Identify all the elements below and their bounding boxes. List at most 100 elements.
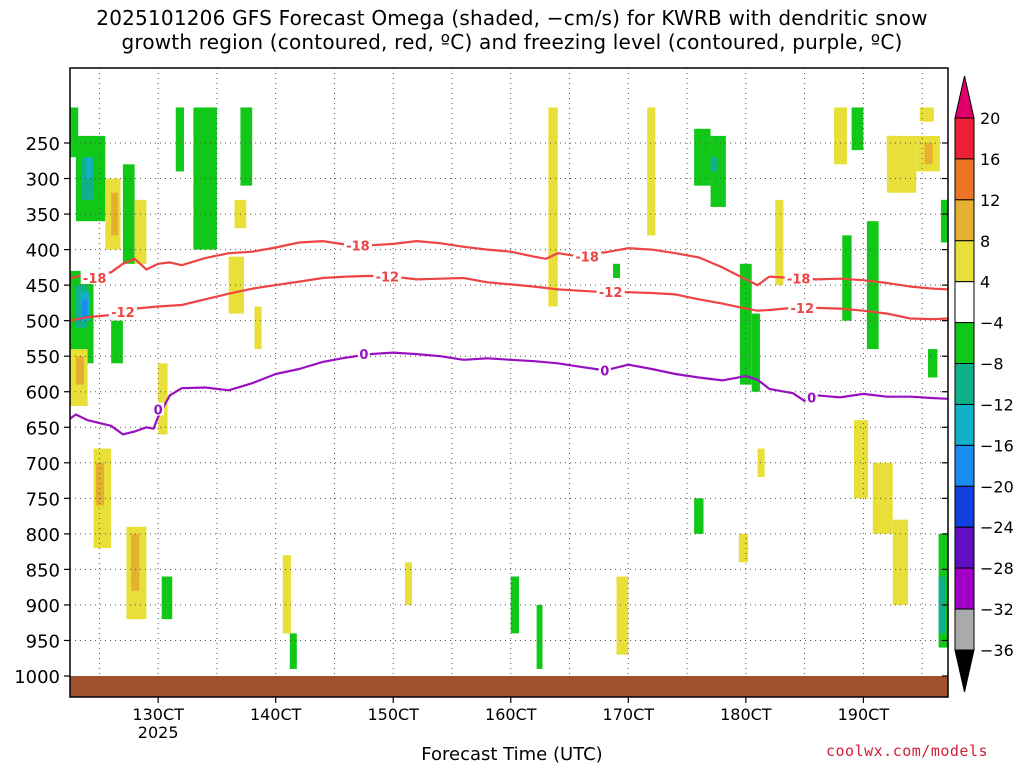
omega-cell — [892, 519, 909, 605]
colorbar-label: 16 — [980, 150, 1000, 169]
colorbar: 20 16 12 8 4 −4 −8 −12 −16 −20 −24 −28 −32 −36 — [954, 75, 1014, 693]
omega-cell — [757, 448, 765, 478]
contours: -18 -18 -18 -18 -12 -12 -12 -12 0 0 0 0 — [69, 238, 949, 436]
omega-cell — [75, 356, 85, 385]
colorbar-swatch — [954, 199, 975, 242]
y-tick-label: 900 — [26, 596, 60, 617]
omega-cell — [282, 555, 291, 634]
colorbar-label: −36 — [980, 641, 1014, 660]
y-tick-label: 800 — [26, 525, 60, 546]
colorbar-swatch — [954, 608, 975, 651]
omega-cell — [510, 576, 519, 634]
colorbar-label: −20 — [980, 477, 1014, 496]
y-tick-label: 700 — [26, 454, 60, 475]
contour-label: -12 — [791, 302, 815, 317]
omega-cell — [289, 633, 297, 669]
omega-cell — [548, 107, 558, 307]
contour-label: -12 — [599, 286, 623, 301]
contour-label: 0 — [600, 364, 609, 379]
omega-cell — [710, 157, 718, 172]
colorbar-label: −8 — [980, 355, 1004, 374]
y-tick-label: 250 — [26, 134, 60, 155]
colorbar-swatch — [954, 117, 975, 160]
omega-cell — [86, 157, 93, 179]
x-tick-label: 140CT — [250, 705, 302, 724]
contour-label: -18 — [83, 272, 107, 287]
x-tick-sublabel: 2025 — [138, 723, 179, 742]
omega-cell — [158, 363, 168, 435]
ground-fill — [70, 676, 948, 697]
y-tick-label: 500 — [26, 312, 60, 333]
omega-cell — [833, 107, 847, 165]
y-tick-label: 950 — [26, 631, 60, 652]
contour-label: -12 — [111, 306, 135, 321]
credit-link[interactable]: coolwx.com/models — [826, 742, 988, 760]
x-tick-label: 130CT — [132, 705, 184, 724]
colorbar-swatch — [954, 363, 975, 405]
x-tick-label: 150CT — [367, 705, 419, 724]
colorbar-swatch — [954, 485, 975, 528]
omega-cell — [175, 107, 185, 172]
colorbar-label: −16 — [980, 436, 1014, 455]
omega-cell — [536, 604, 543, 669]
omega-cell — [404, 562, 413, 605]
colorbar-label: 20 — [980, 109, 1000, 128]
omega-cell — [240, 107, 253, 186]
colorbar-swatch — [954, 567, 975, 610]
omega-cell — [775, 199, 784, 286]
omega-cell — [111, 192, 119, 236]
y-tick-label: 400 — [26, 241, 60, 262]
omega-cell — [940, 199, 948, 243]
colorbar-label: 4 — [980, 273, 990, 292]
omega-cell — [613, 263, 621, 279]
colorbar-swatch — [954, 158, 975, 201]
colorbar-swatch — [954, 281, 975, 324]
contour-line — [69, 274, 949, 322]
colorbar-label: 12 — [980, 191, 1000, 210]
omega-cell — [161, 576, 173, 620]
colorbar-swatch — [954, 322, 975, 365]
omega-cell — [111, 320, 123, 364]
contour-label: 0 — [154, 404, 163, 419]
omega-cell — [647, 107, 656, 236]
colorbar-label: −4 — [980, 314, 1004, 333]
y-tick-label: 450 — [26, 276, 60, 297]
omega-cell — [254, 306, 262, 350]
y-tick-label: 1000 — [14, 667, 60, 688]
colorbar-label: −12 — [980, 395, 1014, 414]
x-tick-label: 190CT — [838, 705, 890, 724]
omega-cell — [81, 299, 88, 318]
contour-label: 0 — [807, 391, 816, 406]
colorbar-label: −32 — [980, 600, 1014, 619]
omega-cell — [131, 533, 140, 591]
contour-label: -12 — [376, 271, 400, 286]
x-axis-ticks: 130CT2025 140CT 150CT 160CT 170CT 180CT 190CT — [132, 697, 889, 742]
colorbar-bottom-arrow — [954, 649, 975, 693]
contour-label: -18 — [575, 251, 599, 266]
colorbar-label: −24 — [980, 518, 1014, 537]
ground-layer — [70, 676, 948, 697]
omega-cell — [919, 107, 934, 122]
y-tick-label: 750 — [26, 489, 60, 510]
y-tick-label: 850 — [26, 560, 60, 581]
x-tick-label: 160CT — [485, 705, 537, 724]
colorbar-swatch — [954, 444, 975, 487]
omega-cell — [924, 143, 933, 165]
y-tick-label: 600 — [26, 383, 60, 404]
x-tick-label: 180CT — [720, 705, 772, 724]
contour-label: 0 — [359, 348, 368, 363]
omega-cell — [886, 135, 917, 193]
omega-time-height-chart: -18 -18 -18 -18 -12 -12 -12 -12 0 0 0 0 250 300 350 40… — [14, 67, 1014, 742]
contour-label: -18 — [346, 239, 370, 254]
omega-cell — [122, 164, 135, 264]
omega-cell — [853, 420, 869, 499]
colorbar-label: −28 — [980, 559, 1014, 578]
colorbar-swatch — [954, 526, 975, 569]
contour-label: -18 — [787, 273, 811, 288]
omega-cell — [95, 462, 105, 506]
y-tick-label: 300 — [26, 170, 60, 191]
y-tick-label: 350 — [26, 205, 60, 226]
colorbar-label: 8 — [980, 232, 990, 251]
omega-cell — [616, 576, 629, 655]
omega-cell — [738, 533, 749, 563]
